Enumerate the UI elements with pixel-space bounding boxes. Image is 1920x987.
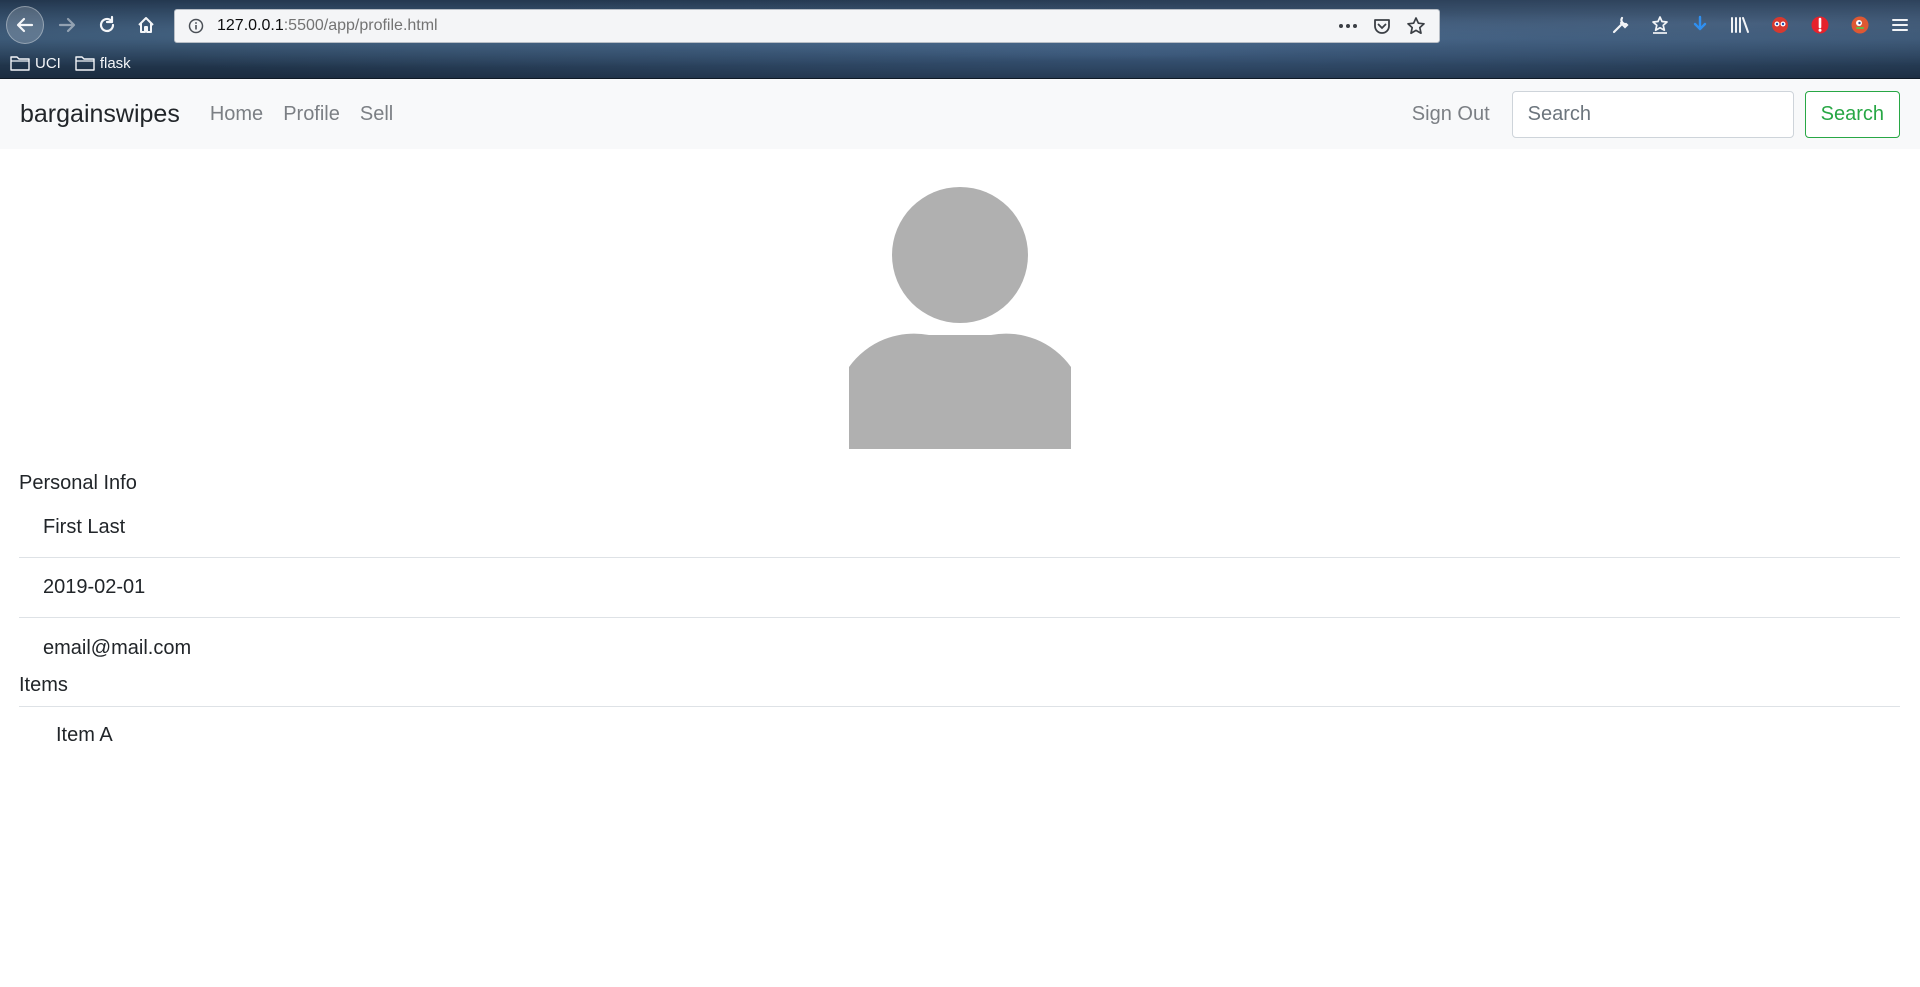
site-navbar: bargainswipes Home Profile Sell Sign Out… <box>0 79 1920 149</box>
url-text: 127.0.0.1:5500/app/profile.html <box>217 17 438 35</box>
hamburger-icon <box>1892 19 1908 31</box>
download-icon <box>1693 15 1707 31</box>
info-date: 2019-02-01 <box>19 558 1900 618</box>
nav-link-home[interactable]: Home <box>210 103 263 126</box>
library-button[interactable] <box>1720 8 1760 42</box>
info-icon[interactable] <box>181 11 211 41</box>
nav-link-sell[interactable]: Sell <box>360 103 393 126</box>
list-item[interactable]: Item A <box>56 724 113 747</box>
shield-icon <box>1811 16 1829 34</box>
bookmark-uci[interactable]: UCI <box>10 55 61 72</box>
extension-face-icon <box>1772 17 1788 33</box>
url-bar[interactable]: 127.0.0.1:5500/app/profile.html <box>174 9 1440 43</box>
avatar <box>849 187 1071 449</box>
duck-icon <box>1851 16 1869 34</box>
forward-button[interactable] <box>50 8 84 42</box>
star-icon <box>1407 17 1425 35</box>
folder-icon <box>10 56 30 71</box>
bookmark-label: flask <box>99 54 131 72</box>
brand-link[interactable]: bargainswipes <box>20 100 180 129</box>
avatar-body <box>849 333 1071 449</box>
back-button[interactable] <box>6 6 44 44</box>
arrow-left-icon <box>16 17 34 33</box>
url-host: 127.0.0.1 <box>217 17 284 34</box>
wrench-icon <box>1612 16 1629 34</box>
items-title: Items <box>19 674 1900 707</box>
star-list-icon <box>1652 16 1668 34</box>
avatar-head <box>892 187 1028 323</box>
browser-chrome: 127.0.0.1:5500/app/profile.html UCI flas… <box>0 0 1920 79</box>
duckduckgo-button[interactable] <box>1840 8 1880 42</box>
nav-link-profile[interactable]: Profile <box>283 103 340 126</box>
bookmarks-toolbar: UCI flask <box>10 50 145 76</box>
bookmark-flask[interactable]: flask <box>75 55 131 72</box>
folder-icon <box>75 56 95 71</box>
menu-button[interactable] <box>1880 8 1920 42</box>
info-name: First Last <box>19 498 1900 558</box>
downloads-button[interactable] <box>1680 8 1720 42</box>
pocket-icon <box>1374 19 1390 34</box>
home-icon <box>138 17 154 33</box>
developer-tools-button[interactable] <box>1600 8 1640 42</box>
url-path: :5500/app/profile.html <box>283 17 438 34</box>
personal-info-list: First Last 2019-02-01 email@mail.com <box>19 498 1900 678</box>
info-email: email@mail.com <box>43 636 192 659</box>
home-button[interactable] <box>129 8 163 42</box>
personal-info-title: Personal Info <box>19 472 137 494</box>
pocket-button[interactable] <box>1365 11 1399 41</box>
adblock-button[interactable] <box>1800 8 1840 42</box>
search-button[interactable]: Search <box>1804 90 1900 138</box>
arrow-right-icon <box>58 17 76 33</box>
reload-icon <box>99 15 115 33</box>
search-input[interactable] <box>1511 90 1794 138</box>
sign-out-link[interactable]: Sign Out <box>1412 103 1490 126</box>
library-icon <box>1731 17 1749 33</box>
page-actions-button[interactable] <box>1331 11 1365 41</box>
more-dots-icon <box>1339 24 1357 28</box>
bookmark-star-button[interactable] <box>1399 11 1433 41</box>
reload-button[interactable] <box>90 8 124 42</box>
reading-list-button[interactable] <box>1640 8 1680 42</box>
privacy-badger-button[interactable] <box>1760 8 1800 42</box>
bookmark-label: UCI <box>35 54 61 72</box>
